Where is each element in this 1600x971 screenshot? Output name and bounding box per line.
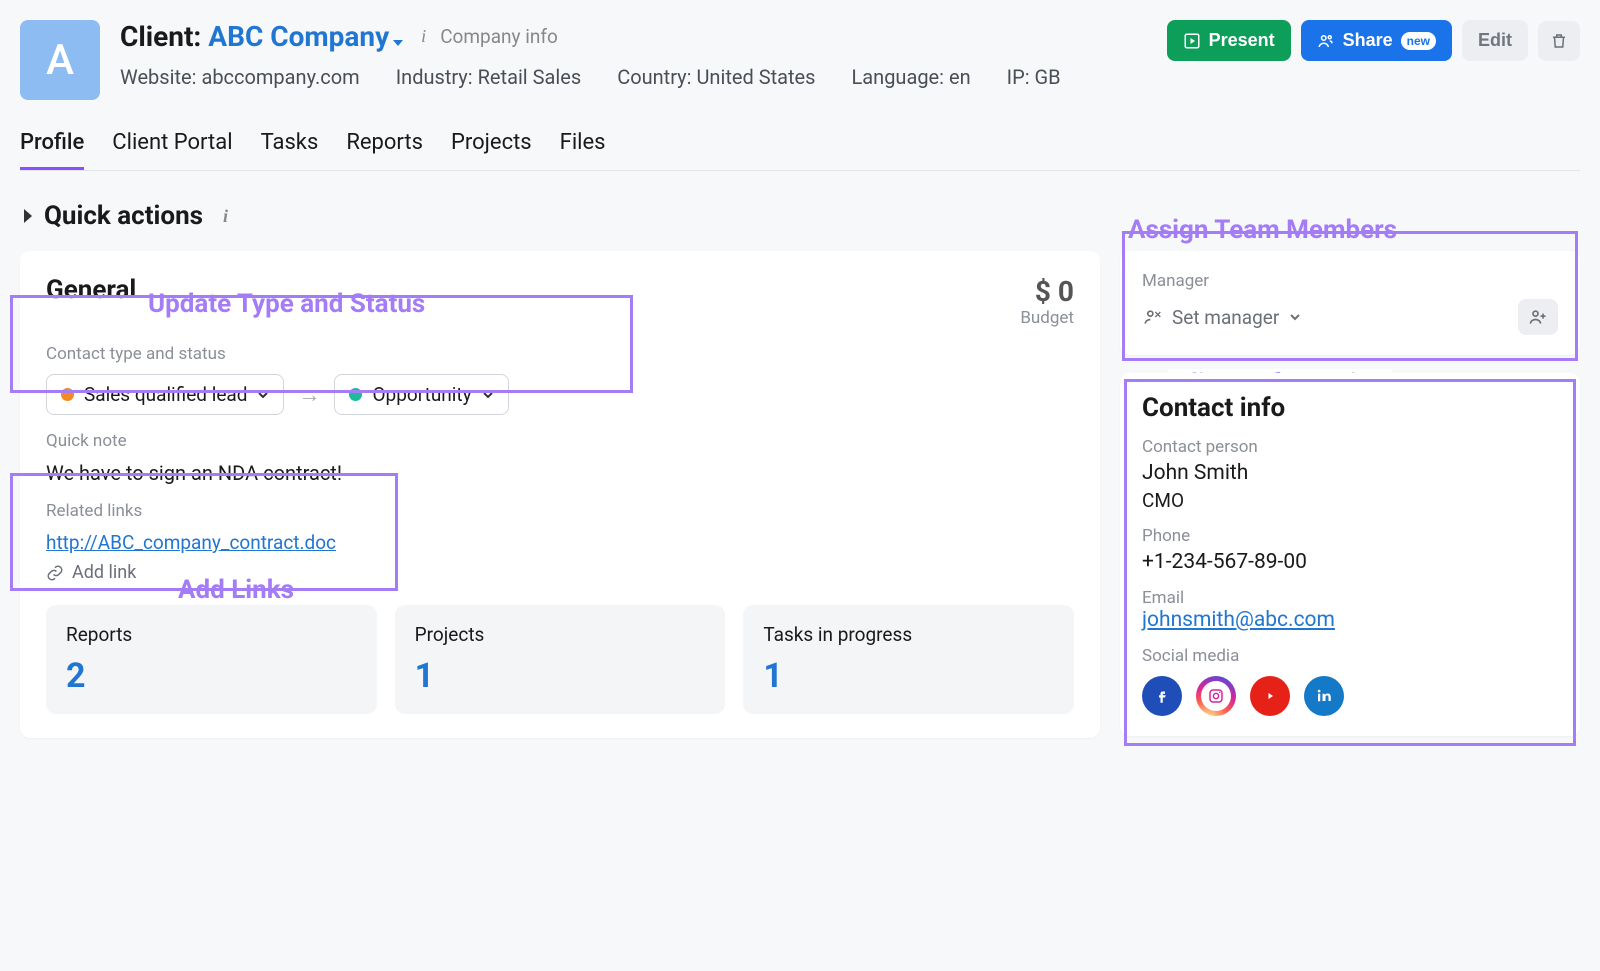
play-icon [1183,32,1201,50]
stat-projects[interactable]: Projects 1 [395,605,726,714]
client-meta: Website: abccompany.com Industry: Retail… [120,65,1147,89]
phone-label: Phone [1142,526,1558,546]
tab-tasks[interactable]: Tasks [261,130,319,170]
quick-note-label: Quick note [46,431,1074,451]
email-label: Email [1142,588,1558,608]
contact-type-label: Contact type and status [46,344,1074,364]
company-info-label: Company info [440,25,558,48]
contact-person-role: CMO [1142,489,1558,512]
contact-person-label: Contact person [1142,437,1558,457]
contact-type-dropdown[interactable]: Sales qualified lead [46,374,284,415]
present-button[interactable]: Present [1167,20,1291,61]
related-link[interactable]: http://ABC_company_contract.doc [46,531,336,554]
manager-card: Manager Set manager [1120,251,1580,355]
contact-status-dropdown[interactable]: Opportunity [334,374,508,415]
facebook-icon[interactable] [1142,676,1182,716]
youtube-icon[interactable] [1250,676,1290,716]
arrow-right-icon: → [298,382,320,408]
client-name-dropdown[interactable]: ABC Company [208,20,403,53]
chevron-down-icon [1289,311,1301,323]
tab-client-portal[interactable]: Client Portal [112,130,232,170]
status-dot-icon [349,388,362,401]
tab-reports[interactable]: Reports [346,130,423,170]
trash-icon [1550,31,1568,51]
phone-value: +1-234-567-89-00 [1142,550,1558,574]
edit-button[interactable]: Edit [1462,20,1528,61]
page-title: Client: ABC Company [120,20,403,53]
stat-tasks[interactable]: Tasks in progress 1 [743,605,1074,714]
share-button[interactable]: Share new [1301,20,1452,61]
tab-files[interactable]: Files [560,130,606,170]
info-icon[interactable]: i [223,206,228,227]
tab-profile[interactable]: Profile [20,130,84,170]
tab-projects[interactable]: Projects [451,130,532,170]
people-icon [1317,32,1335,50]
add-link-button[interactable]: Add link [46,562,1074,583]
chevron-right-icon [24,209,32,223]
set-manager-dropdown[interactable]: Set manager [1142,306,1301,329]
general-card: General $ 0 Budget Update Type and Statu… [20,251,1100,738]
budget-value: $ 0 [1020,275,1074,308]
status-dot-icon [61,388,74,401]
instagram-icon[interactable] [1196,676,1236,716]
email-value[interactable]: johnsmith@abc.com [1142,608,1335,632]
link-icon [46,564,64,582]
info-icon[interactable]: i [421,26,426,47]
manager-label: Manager [1142,271,1558,291]
new-badge: new [1401,32,1436,50]
chevron-down-icon [257,389,269,401]
stat-reports[interactable]: Reports 2 [46,605,377,714]
tabs: Profile Client Portal Tasks Reports Proj… [20,130,1580,171]
chevron-down-icon [393,40,403,46]
contact-info-card: Contact info Contact person John Smith C… [1120,373,1580,736]
quick-note-value[interactable]: We have to sign an NDA contract! [46,461,1074,485]
linkedin-icon[interactable] [1304,676,1344,716]
person-icon [1142,307,1162,327]
add-team-button[interactable] [1518,299,1558,335]
related-links-label: Related links [46,501,1074,521]
client-avatar: A [20,20,100,100]
contact-info-title: Contact info [1142,393,1558,423]
contact-person-name: John Smith [1142,461,1558,485]
page-header: A Client: ABC Company i Company info Web… [20,20,1580,100]
general-title: General [46,275,136,305]
budget-label: Budget [1020,308,1074,328]
delete-button[interactable] [1538,21,1580,61]
quick-actions-header[interactable]: Quick actions i [24,201,1580,231]
chevron-down-icon [482,389,494,401]
add-people-icon [1528,307,1548,327]
social-label: Social media [1142,646,1558,666]
